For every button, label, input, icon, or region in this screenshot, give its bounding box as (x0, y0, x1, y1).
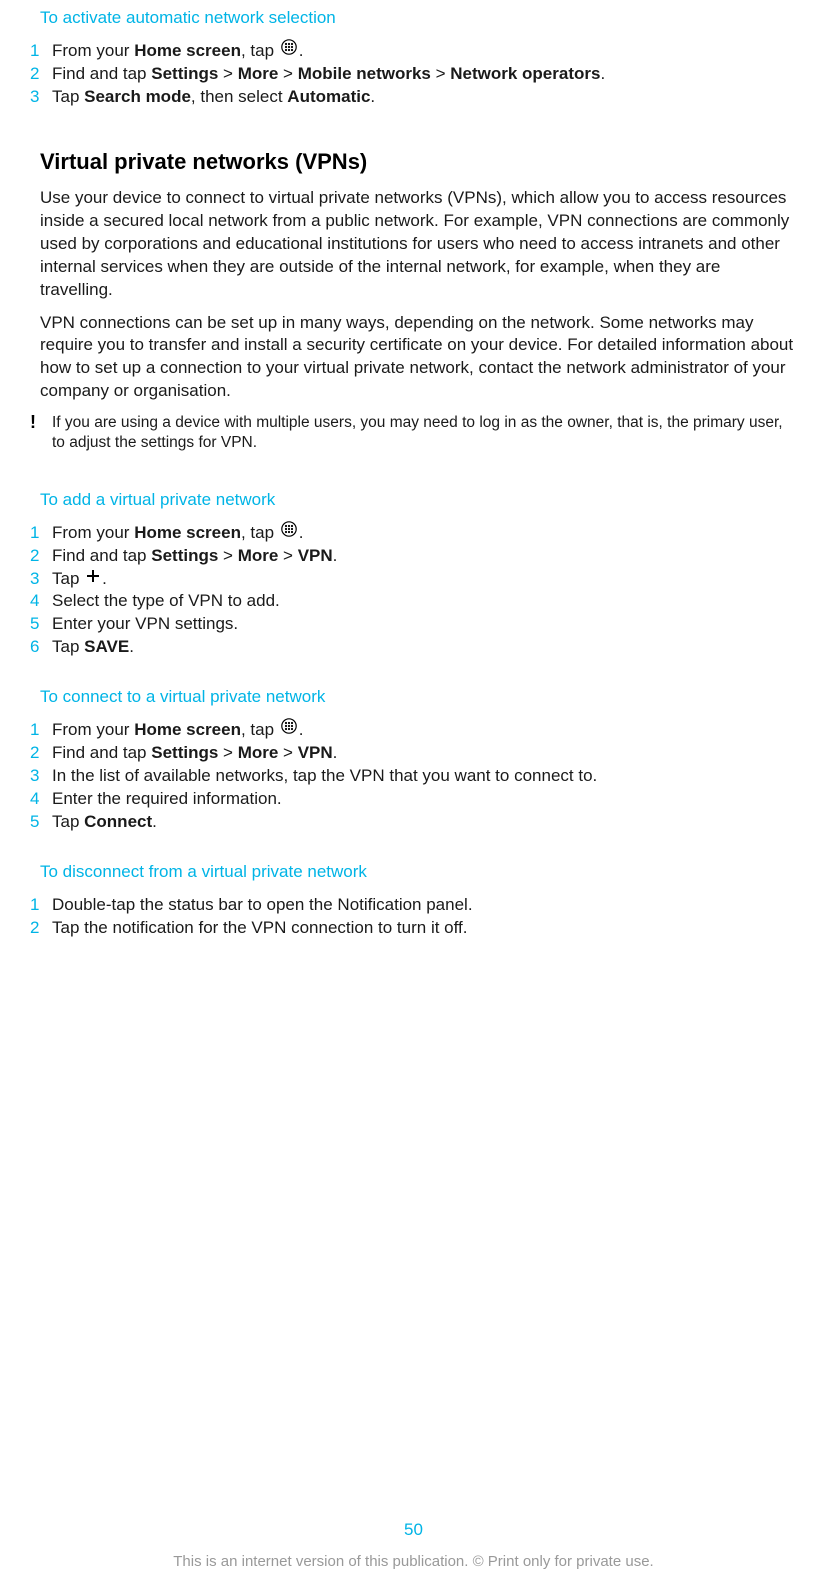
para-vpn-1: Use your device to connect to virtual pr… (40, 187, 797, 302)
step-item: 2Find and tap Settings > More > VPN. (30, 545, 797, 568)
bold-term: Settings (151, 546, 218, 565)
step-item: 2Find and tap Settings > More > Mobile n… (30, 63, 797, 86)
step-text: From your Home screen, tap . (52, 719, 797, 742)
apps-grid-icon (281, 40, 297, 63)
step-number: 1 (30, 894, 52, 917)
footer-text: This is an internet version of this publ… (0, 1553, 827, 1570)
note-text: If you are using a device with multiple … (52, 413, 797, 453)
step-list-4: 1Double-tap the status bar to open the N… (30, 894, 797, 940)
step-text: Find and tap Settings > More > VPN. (52, 742, 797, 765)
step-item: 6Tap SAVE. (30, 636, 797, 659)
step-text: Select the type of VPN to add. (52, 590, 797, 613)
bold-term: Network operators (450, 64, 600, 83)
bold-term: More (238, 743, 279, 762)
step-number: 4 (30, 788, 52, 811)
apps-grid-icon (281, 719, 297, 742)
step-number: 3 (30, 765, 52, 788)
step-item: 3In the list of available networks, tap … (30, 765, 797, 788)
step-list-2: 1From your Home screen, tap .2Find and t… (30, 522, 797, 660)
bold-term: More (238, 64, 279, 83)
step-list-1: 1From your Home screen, tap .2Find and t… (30, 40, 797, 109)
bold-term: Home screen (134, 720, 241, 739)
heading-vpn: Virtual private networks (VPNs) (40, 149, 797, 175)
section-title-add-vpn: To add a virtual private network (40, 490, 797, 510)
section-title-connect-vpn: To connect to a virtual private network (40, 687, 797, 707)
step-item: 1From your Home screen, tap . (30, 522, 797, 545)
step-list-3: 1From your Home screen, tap .2Find and t… (30, 719, 797, 834)
step-item: 1Double-tap the status bar to open the N… (30, 894, 797, 917)
apps-grid-icon (281, 522, 297, 545)
bold-term: Settings (151, 64, 218, 83)
bold-term: Home screen (134, 41, 241, 60)
step-text: Tap . (52, 568, 797, 591)
step-text: Double-tap the status bar to open the No… (52, 894, 797, 917)
step-number: 5 (30, 613, 52, 636)
step-number: 2 (30, 742, 52, 765)
section-title-disconnect-vpn: To disconnect from a virtual private net… (40, 862, 797, 882)
step-number: 3 (30, 568, 52, 591)
bold-term: Mobile networks (298, 64, 431, 83)
step-text: From your Home screen, tap . (52, 522, 797, 545)
step-number: 4 (30, 590, 52, 613)
step-text: In the list of available networks, tap t… (52, 765, 797, 788)
step-item: 3Tap . (30, 568, 797, 591)
step-text: Find and tap Settings > More > Mobile ne… (52, 63, 797, 86)
page-number: 50 (0, 1520, 827, 1540)
step-text: Tap SAVE. (52, 636, 797, 659)
step-item: 2Find and tap Settings > More > VPN. (30, 742, 797, 765)
step-number: 6 (30, 636, 52, 659)
section-title-activate-auto: To activate automatic network selection (40, 8, 797, 28)
step-item: 2Tap the notification for the VPN connec… (30, 917, 797, 940)
step-item: 5Enter your VPN settings. (30, 613, 797, 636)
step-text: Find and tap Settings > More > VPN. (52, 545, 797, 568)
bold-term: More (238, 546, 279, 565)
bold-term: VPN (298, 743, 333, 762)
step-text: Enter the required information. (52, 788, 797, 811)
bold-term: SAVE (84, 637, 129, 656)
bold-term: Settings (151, 743, 218, 762)
step-number: 1 (30, 522, 52, 545)
bold-term: Automatic (287, 87, 370, 106)
step-text: Tap the notification for the VPN connect… (52, 917, 797, 940)
step-text: From your Home screen, tap . (52, 40, 797, 63)
step-number: 3 (30, 86, 52, 109)
step-item: 3Tap Search mode, then select Automatic. (30, 86, 797, 109)
step-number: 2 (30, 63, 52, 86)
important-icon: ! (30, 413, 52, 453)
step-text: Tap Search mode, then select Automatic. (52, 86, 797, 109)
plus-icon (86, 568, 100, 591)
bold-term: Connect (84, 812, 152, 831)
bold-term: Home screen (134, 523, 241, 542)
bold-term: Search mode (84, 87, 191, 106)
step-item: 5Tap Connect. (30, 811, 797, 834)
step-number: 2 (30, 917, 52, 940)
step-item: 1From your Home screen, tap . (30, 719, 797, 742)
step-number: 5 (30, 811, 52, 834)
step-item: 4Select the type of VPN to add. (30, 590, 797, 613)
page-content: To activate automatic network selection … (30, 0, 797, 940)
step-item: 1From your Home screen, tap . (30, 40, 797, 63)
step-number: 2 (30, 545, 52, 568)
step-number: 1 (30, 40, 52, 63)
para-vpn-2: VPN connections can be set up in many wa… (40, 312, 797, 404)
step-item: 4Enter the required information. (30, 788, 797, 811)
step-text: Enter your VPN settings. (52, 613, 797, 636)
note-row: ! If you are using a device with multipl… (30, 413, 797, 453)
step-number: 1 (30, 719, 52, 742)
step-text: Tap Connect. (52, 811, 797, 834)
bold-term: VPN (298, 546, 333, 565)
